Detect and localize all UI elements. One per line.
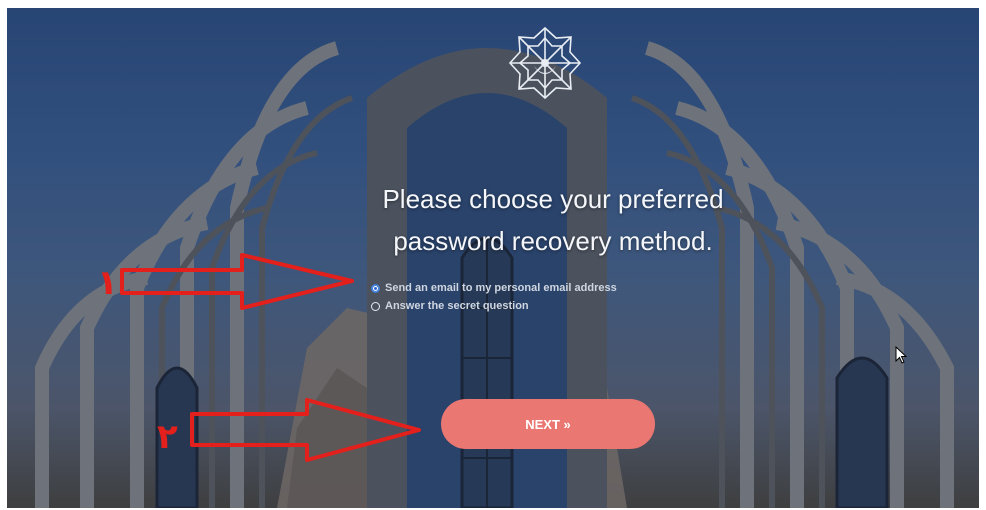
option-send-email-label[interactable]: Send an email to my personal email addre… — [385, 282, 617, 294]
page-title: Please choose your preferred password re… — [293, 178, 813, 262]
option-secret-question[interactable]: Answer the secret question — [371, 297, 617, 315]
mouse-pointer-icon — [895, 346, 907, 364]
option-secret-question-label[interactable]: Answer the secret question — [385, 300, 529, 312]
login-background-stage: Please choose your preferred password re… — [7, 8, 979, 508]
radio-secret-question[interactable] — [371, 301, 380, 311]
recovery-method-options: Send an email to my personal email addre… — [371, 279, 617, 315]
page-title-line-1: Please choose your preferred — [382, 184, 724, 214]
option-send-email[interactable]: Send an email to my personal email addre… — [371, 279, 617, 297]
radio-send-email[interactable] — [371, 283, 380, 293]
next-button[interactable]: NEXT » — [441, 399, 655, 449]
page-title-line-2: password recovery method. — [393, 226, 713, 256]
university-emblem-logo — [508, 26, 582, 100]
